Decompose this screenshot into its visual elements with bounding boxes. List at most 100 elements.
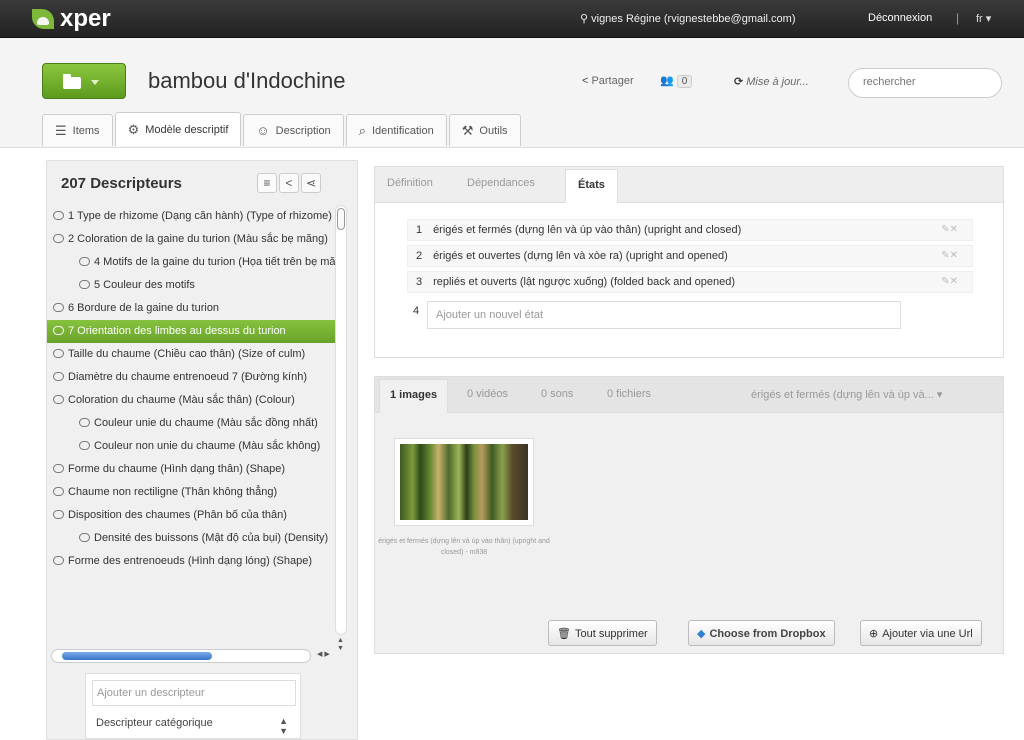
image-caption: érigés et fermés (dựng lên và úp vào thâ… <box>378 538 550 556</box>
share-icon: < <box>582 75 589 87</box>
list-item[interactable]: 4 Motifs de la gaine du turion (Họa tiết… <box>47 251 337 274</box>
new-state-input[interactable]: Ajouter un nouvel état <box>427 301 901 329</box>
state-number: 1 <box>416 224 423 236</box>
tab-tools[interactable]: ⚒ Outils <box>448 114 521 146</box>
top-bar: xper ⚲ vignes Régine (rvignestebbe@gmail… <box>0 0 1024 38</box>
state-row[interactable]: 3 repliés et ouverts (lật ngược xuống) (… <box>407 271 973 293</box>
descriptor-label: Forme des entrenoeuds (Hình dạng lóng) (… <box>68 555 312 567</box>
dropbox-label: Choose from Dropbox <box>709 628 826 640</box>
comment-icon <box>53 487 64 496</box>
scrollbar-thumb[interactable] <box>62 652 212 660</box>
list-item-selected[interactable]: 7 Orientation des limbes au dessus du tu… <box>47 320 337 343</box>
list-item[interactable]: Taille du chaume (Chiều cao thân) (Size … <box>47 343 337 366</box>
sync-button[interactable]: ⟳ Mise à jour... <box>734 75 809 88</box>
sync-label: Mise à jour... <box>746 76 809 88</box>
state-label: érigés et ouvertes (dựng lên và xòe ra) … <box>433 250 728 262</box>
edit-delete-icon[interactable]: ✎✕ <box>941 272 958 292</box>
add-descriptor-input[interactable]: Ajouter un descripteur <box>92 680 296 706</box>
image-thumbnail[interactable] <box>394 438 534 526</box>
list-item[interactable]: Diamètre du chaume entrenoeud 7 (Đường k… <box>47 366 337 389</box>
trash-icon: 🗑 <box>557 628 571 640</box>
descriptor-label: 4 Motifs de la gaine du turion (Họa tiết… <box>94 256 337 268</box>
select-arrows-icon: ▲ ▼ <box>279 716 288 736</box>
members-count: 0 <box>676 75 693 88</box>
edit-delete-icon[interactable]: ✎✕ <box>941 246 958 266</box>
list-item[interactable]: Couleur unie du chaume (Màu sắc đồng nhấ… <box>47 412 337 435</box>
tab-identification[interactable]: ⌕ Identification <box>345 114 447 146</box>
state-row[interactable]: 1 érigés et fermés (dựng lên và úp vào t… <box>407 219 973 241</box>
descriptor-label: Couleur non unie du chaume (Màu sắc khôn… <box>94 440 321 452</box>
list-item[interactable]: Forme des entrenoeuds (Hình dạng lóng) (… <box>47 550 337 573</box>
list-icon: ☰ <box>55 122 67 138</box>
descriptor-label: 5 Couleur des motifs <box>94 279 195 291</box>
tab-label: Identification <box>371 124 434 137</box>
state-selector[interactable]: érigés et fermés (dựng lên và úp và... ▾ <box>751 388 942 401</box>
list-item[interactable]: Couleur non unie du chaume (Màu sắc khôn… <box>47 435 337 458</box>
descriptor-label: 1 Type de rhizome (Dạng căn hành) (Type … <box>68 210 332 222</box>
tab-descriptive-model[interactable]: ⚙ Modèle descriptif <box>114 112 242 146</box>
tab-description[interactable]: ☺ Description <box>243 114 344 146</box>
scroll-down-icon[interactable]: ▼ <box>337 645 344 652</box>
descriptor-label: 2 Coloration de la gaine du turion (Màu … <box>68 233 328 245</box>
folder-menu-button[interactable] <box>42 63 126 99</box>
tab-label: Modèle descriptif <box>145 123 229 136</box>
delete-all-label: Tout supprimer <box>574 628 648 640</box>
vertical-scrollbar[interactable] <box>335 205 347 635</box>
tab-videos[interactable]: 0 vidéos <box>467 388 508 400</box>
search-box[interactable] <box>848 68 1002 98</box>
state-label: érigés et fermés (dựng lên và úp vào thâ… <box>433 224 742 236</box>
comment-icon <box>79 280 90 289</box>
descriptor-type-select[interactable]: Descripteur catégorique ▲ ▼ <box>92 712 296 736</box>
scrollbar-thumb[interactable] <box>337 208 345 230</box>
list-view-icon[interactable]: ≡ <box>257 173 277 193</box>
descriptor-label: Chaume non rectiligne (Thân không thẳng) <box>68 486 278 498</box>
descriptor-tabs: Définition Dépendances États <box>375 167 1003 203</box>
list-item[interactable]: Densité des buissons (Mật độ của bụi) (D… <box>47 527 337 550</box>
list-item[interactable]: Chaume non rectiligne (Thân không thẳng) <box>47 481 337 504</box>
new-state-number: 4 <box>413 305 420 317</box>
list-item[interactable]: Disposition des chaumes (Phân bố của thâ… <box>47 504 337 527</box>
descriptor-type-value: Descripteur catégorique <box>96 717 213 729</box>
scroll-up-icon[interactable]: ▲ <box>337 637 344 644</box>
tab-dependencies[interactable]: Dépendances <box>467 177 535 189</box>
tab-files[interactable]: 0 fichiers <box>607 388 651 400</box>
list-item[interactable]: Forme du chaume (Hình dạng thân) (Shape) <box>47 458 337 481</box>
comment-icon <box>79 257 90 266</box>
state-row[interactable]: 2 érigés et ouvertes (dựng lên và xòe ra… <box>407 245 973 267</box>
delete-all-button[interactable]: 🗑 Tout supprimer <box>548 620 657 646</box>
language-selector[interactable]: fr ▾ <box>976 12 991 25</box>
state-number: 3 <box>416 276 423 288</box>
members-button[interactable]: 👥 0 <box>660 74 693 88</box>
leaf-icon <box>32 9 54 29</box>
tab-sounds[interactable]: 0 sons <box>541 388 573 400</box>
dependency-view-icon[interactable]: ⋖ <box>301 173 321 193</box>
logout-link[interactable]: Déconnexion <box>868 12 932 24</box>
state-selector-value: érigés et fermés (dựng lên và úp và... <box>751 389 934 401</box>
tab-images[interactable]: 1 images <box>379 379 449 413</box>
xper-logo[interactable]: xper <box>32 4 111 34</box>
user-info[interactable]: ⚲ vignes Régine (rvignestebbe@gmail.com) <box>580 12 796 25</box>
list-item[interactable]: 5 Couleur des motifs <box>47 274 337 297</box>
edit-delete-icon[interactable]: ✎✕ <box>941 220 958 240</box>
tab-items[interactable]: ☰ Items <box>42 114 113 146</box>
list-item[interactable]: 2 Coloration de la gaine du turion (Màu … <box>47 228 337 251</box>
add-url-button[interactable]: ⊕ Ajouter via une Url <box>860 620 982 646</box>
share-button[interactable]: < Partager <box>582 75 634 87</box>
descriptor-view-toggles: ≡ < ⋖ <box>257 173 321 193</box>
list-item[interactable]: 1 Type de rhizome (Dạng căn hành) (Type … <box>47 205 337 228</box>
descriptor-label: Couleur unie du chaume (Màu sắc đồng nhấ… <box>94 417 318 429</box>
tree-view-icon[interactable]: < <box>279 173 299 193</box>
page-title: bambou d'Indochine <box>148 68 346 93</box>
descriptors-panel: 207 Descripteurs ≡ < ⋖ 1 Type de rhizome… <box>46 160 358 740</box>
scroll-arrows[interactable]: ◀ ▶ <box>317 650 330 658</box>
comment-icon <box>53 464 64 473</box>
list-item[interactable]: Coloration du chaume (Màu sắc thân) (Col… <box>47 389 337 412</box>
tab-states[interactable]: États <box>565 169 618 203</box>
add-url-label: Ajouter via une Url <box>882 628 973 640</box>
list-item[interactable]: 6 Bordure de la gaine du turion <box>47 297 337 320</box>
user-name: vignes Régine (rvignestebbe@gmail.com) <box>591 13 796 25</box>
dropbox-button[interactable]: ◆ Choose from Dropbox <box>688 620 835 646</box>
search-input[interactable] <box>863 76 987 88</box>
tab-definition[interactable]: Définition <box>387 177 433 189</box>
horizontal-scrollbar[interactable] <box>51 649 311 663</box>
